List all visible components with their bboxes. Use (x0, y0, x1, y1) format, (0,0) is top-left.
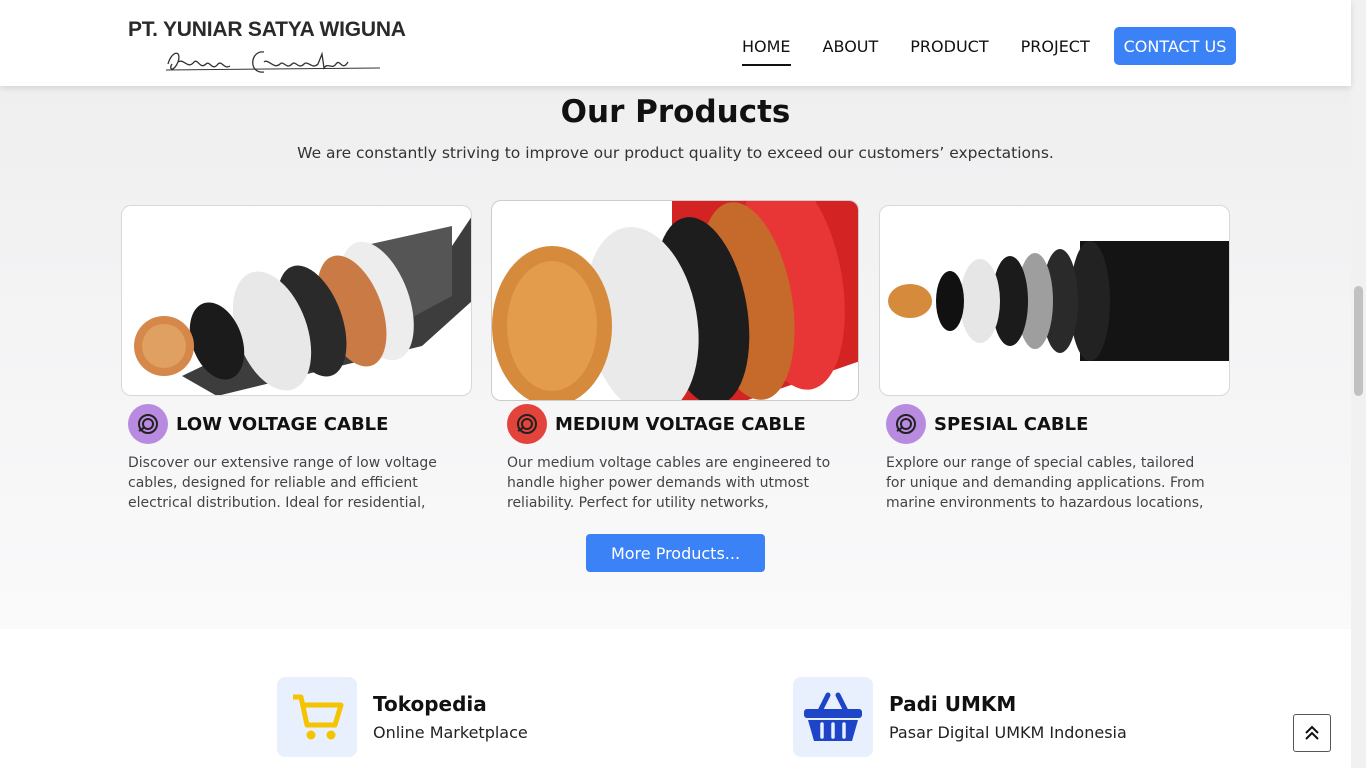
special-cable-image[interactable] (879, 205, 1230, 396)
product-name[interactable]: MEDIUM VOLTAGE CABLE (555, 414, 806, 435)
section-subtitle: We are constantly striving to improve ou… (297, 144, 1054, 162)
low-voltage-cable-image[interactable] (121, 205, 472, 396)
low-voltage-cable-heading: LOW VOLTAGE CABLE (128, 404, 388, 444)
section-title: Our Products (560, 94, 791, 130)
marketplace-desc: Pasar Digital UMKM Indonesia (889, 723, 1127, 742)
back-to-top-button[interactable] (1293, 714, 1331, 752)
page-scrollbar[interactable] (1351, 0, 1366, 768)
contact-us-button[interactable]: CONTACT US (1114, 27, 1236, 65)
marketplace-name[interactable]: Padi UMKM (889, 692, 1016, 716)
nav-product[interactable]: PRODUCT (910, 37, 988, 56)
medium-voltage-cable-heading: MEDIUM VOLTAGE CABLE (507, 404, 806, 444)
product-description: Explore our range of special cables, tai… (886, 455, 1205, 511)
basket-icon[interactable] (793, 677, 873, 757)
site-header: PT. YUNIAR SATYA WIGUNA HOME ABOUT PRODU… (0, 0, 1351, 86)
company-logo[interactable]: PT. YUNIAR SATYA WIGUNA (128, 18, 418, 82)
nav-home[interactable]: HOME (742, 37, 791, 66)
medium-voltage-cable-image[interactable] (491, 200, 859, 401)
cable-icon (507, 404, 547, 444)
main-nav: HOME ABOUT PRODUCT PROJECT (742, 27, 1122, 66)
logo-signature (165, 51, 381, 73)
products-section: Our Products We are constantly striving … (0, 86, 1351, 629)
scrollbar-thumb[interactable] (1354, 286, 1363, 396)
marketplace-section: Tokopedia Online Marketplace Padi UMKM P… (0, 629, 1351, 768)
marketplace-name[interactable]: Tokopedia (373, 692, 487, 716)
product-name[interactable]: SPESIAL CABLE (934, 414, 1088, 435)
product-description: Our medium voltage cables are engineered… (507, 455, 831, 511)
more-products-button[interactable]: More Products... (586, 534, 765, 572)
cable-icon (128, 404, 168, 444)
nav-about[interactable]: ABOUT (823, 37, 879, 56)
nav-project[interactable]: PROJECT (1021, 37, 1090, 56)
marketplace-desc: Online Marketplace (373, 723, 528, 742)
product-name[interactable]: LOW VOLTAGE CABLE (176, 414, 388, 435)
chevron-double-up-icon (1305, 725, 1319, 740)
product-description: Discover our extensive range of low volt… (128, 455, 437, 511)
cable-icon (886, 404, 926, 444)
logo-title: PT. YUNIAR SATYA WIGUNA (128, 18, 406, 41)
special-cable-heading: SPESIAL CABLE (886, 404, 1088, 444)
shopping-cart-icon[interactable] (277, 677, 357, 757)
